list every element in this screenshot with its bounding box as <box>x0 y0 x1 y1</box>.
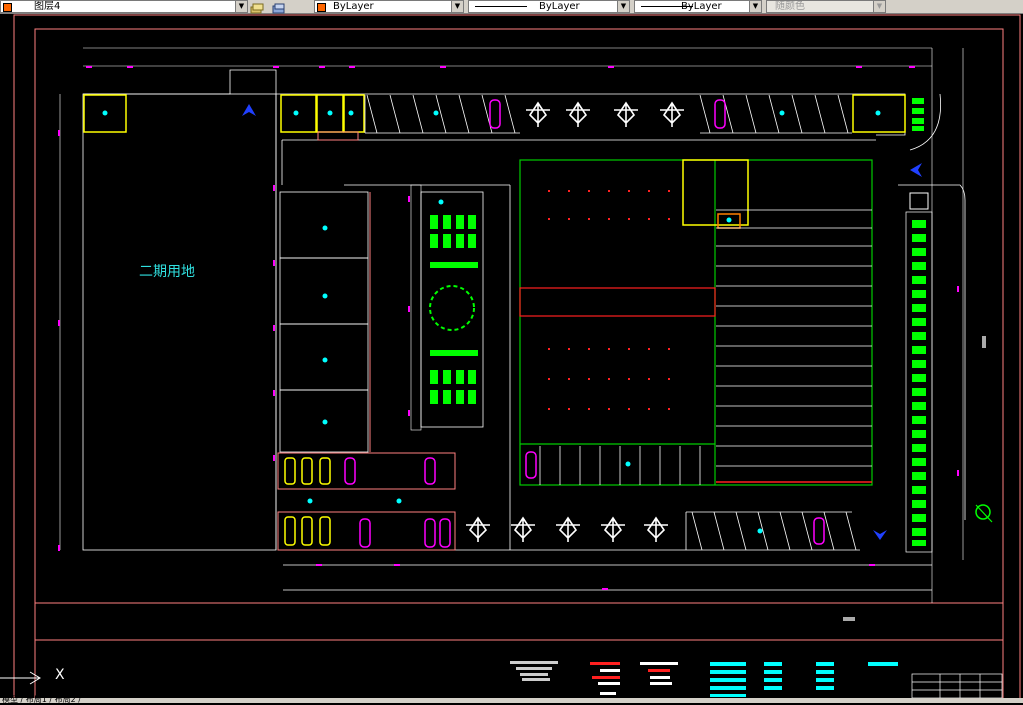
plotstyle-dropdown[interactable]: 随颜色 ▼ <box>766 0 886 13</box>
road-edge <box>281 139 876 185</box>
chevron-down-icon[interactable]: ▼ <box>617 1 629 12</box>
layout-tabs[interactable]: 模型 / 布局1 / 布局2 / <box>2 694 81 705</box>
chevron-down-icon[interactable]: ▼ <box>749 1 761 12</box>
parked-car <box>525 451 537 479</box>
layer-dropdown[interactable]: 图层4 ▼ <box>0 0 248 13</box>
compass-icon <box>975 504 993 523</box>
red-grid-dots <box>548 190 670 410</box>
diagonal-parking-bottom <box>685 511 857 551</box>
color-dropdown-value: ByLayer <box>333 1 374 12</box>
road-edge <box>83 69 277 550</box>
viewport-border <box>13 14 1021 698</box>
cyan-markers <box>102 110 881 534</box>
white-trees-top <box>526 101 684 127</box>
parked-car <box>813 517 825 545</box>
lineweight-dropdown[interactable]: ByLayer ▼ <box>634 0 762 13</box>
guard-booth <box>280 94 317 133</box>
ucs-axis-icon <box>0 671 41 685</box>
green-shrubs-right <box>912 220 926 546</box>
plotstyle-dropdown-value: 随颜色 <box>775 1 805 12</box>
parked-car <box>714 99 726 129</box>
lineweight-dropdown-value: ByLayer <box>681 1 722 12</box>
white-trees-bottom <box>466 516 668 542</box>
booth-step <box>317 131 359 141</box>
garden-circle <box>429 285 475 331</box>
parking-bays-bottom <box>539 446 701 485</box>
layer-state-icon[interactable] <box>250 0 264 14</box>
unit-blocks-left <box>279 191 369 453</box>
properties-toolbar: 图层4 ▼ ByLayer ▼ ByLayer ▼ ByLayer ▼ 随颜色 … <box>0 0 1023 14</box>
road-edge <box>276 93 906 136</box>
linetype-sample <box>475 6 527 7</box>
magenta-ticks <box>58 66 959 590</box>
layout-tab-bar <box>0 698 1023 703</box>
main-building <box>519 159 873 486</box>
title-block-frame <box>34 28 1004 698</box>
scroll-marker <box>982 336 986 348</box>
control-box <box>909 192 929 210</box>
road-edge <box>898 184 966 520</box>
scale-marker <box>843 617 855 621</box>
color-swatch <box>317 3 326 12</box>
garden-trees <box>430 215 478 404</box>
phase2-land-boundary <box>82 93 277 551</box>
green-shrubs-top <box>912 98 924 131</box>
road-edge <box>283 564 932 591</box>
north-arrow-icon <box>242 104 256 116</box>
guard-booth <box>343 94 365 133</box>
parked-car <box>489 99 501 129</box>
drawing-canvas[interactable] <box>0 14 1023 698</box>
ucs-x-label: X <box>55 667 65 683</box>
chevron-down-icon[interactable]: ▼ <box>873 1 885 12</box>
north-arrow-icon <box>873 530 887 540</box>
title-block-table <box>911 673 1003 698</box>
garden-strip-outer <box>410 184 422 431</box>
north-arrow-icon <box>910 163 922 177</box>
red-bridge <box>519 287 716 317</box>
right-wing-slabs <box>716 209 872 467</box>
color-dropdown[interactable]: ByLayer ▼ <box>314 0 464 13</box>
chevron-down-icon[interactable]: ▼ <box>235 1 247 12</box>
layer-previous-icon[interactable] <box>272 0 286 14</box>
phase2-land-label: 二期用地 <box>139 264 195 280</box>
yellow-cars <box>284 457 331 546</box>
linetype-dropdown-value: ByLayer <box>539 1 580 12</box>
linetype-dropdown[interactable]: ByLayer ▼ <box>468 0 630 13</box>
chevron-down-icon[interactable]: ▼ <box>451 1 463 12</box>
layer-dropdown-value: 图层4 <box>34 1 61 12</box>
layer-color-swatch <box>3 3 12 12</box>
legend-block <box>510 661 898 697</box>
